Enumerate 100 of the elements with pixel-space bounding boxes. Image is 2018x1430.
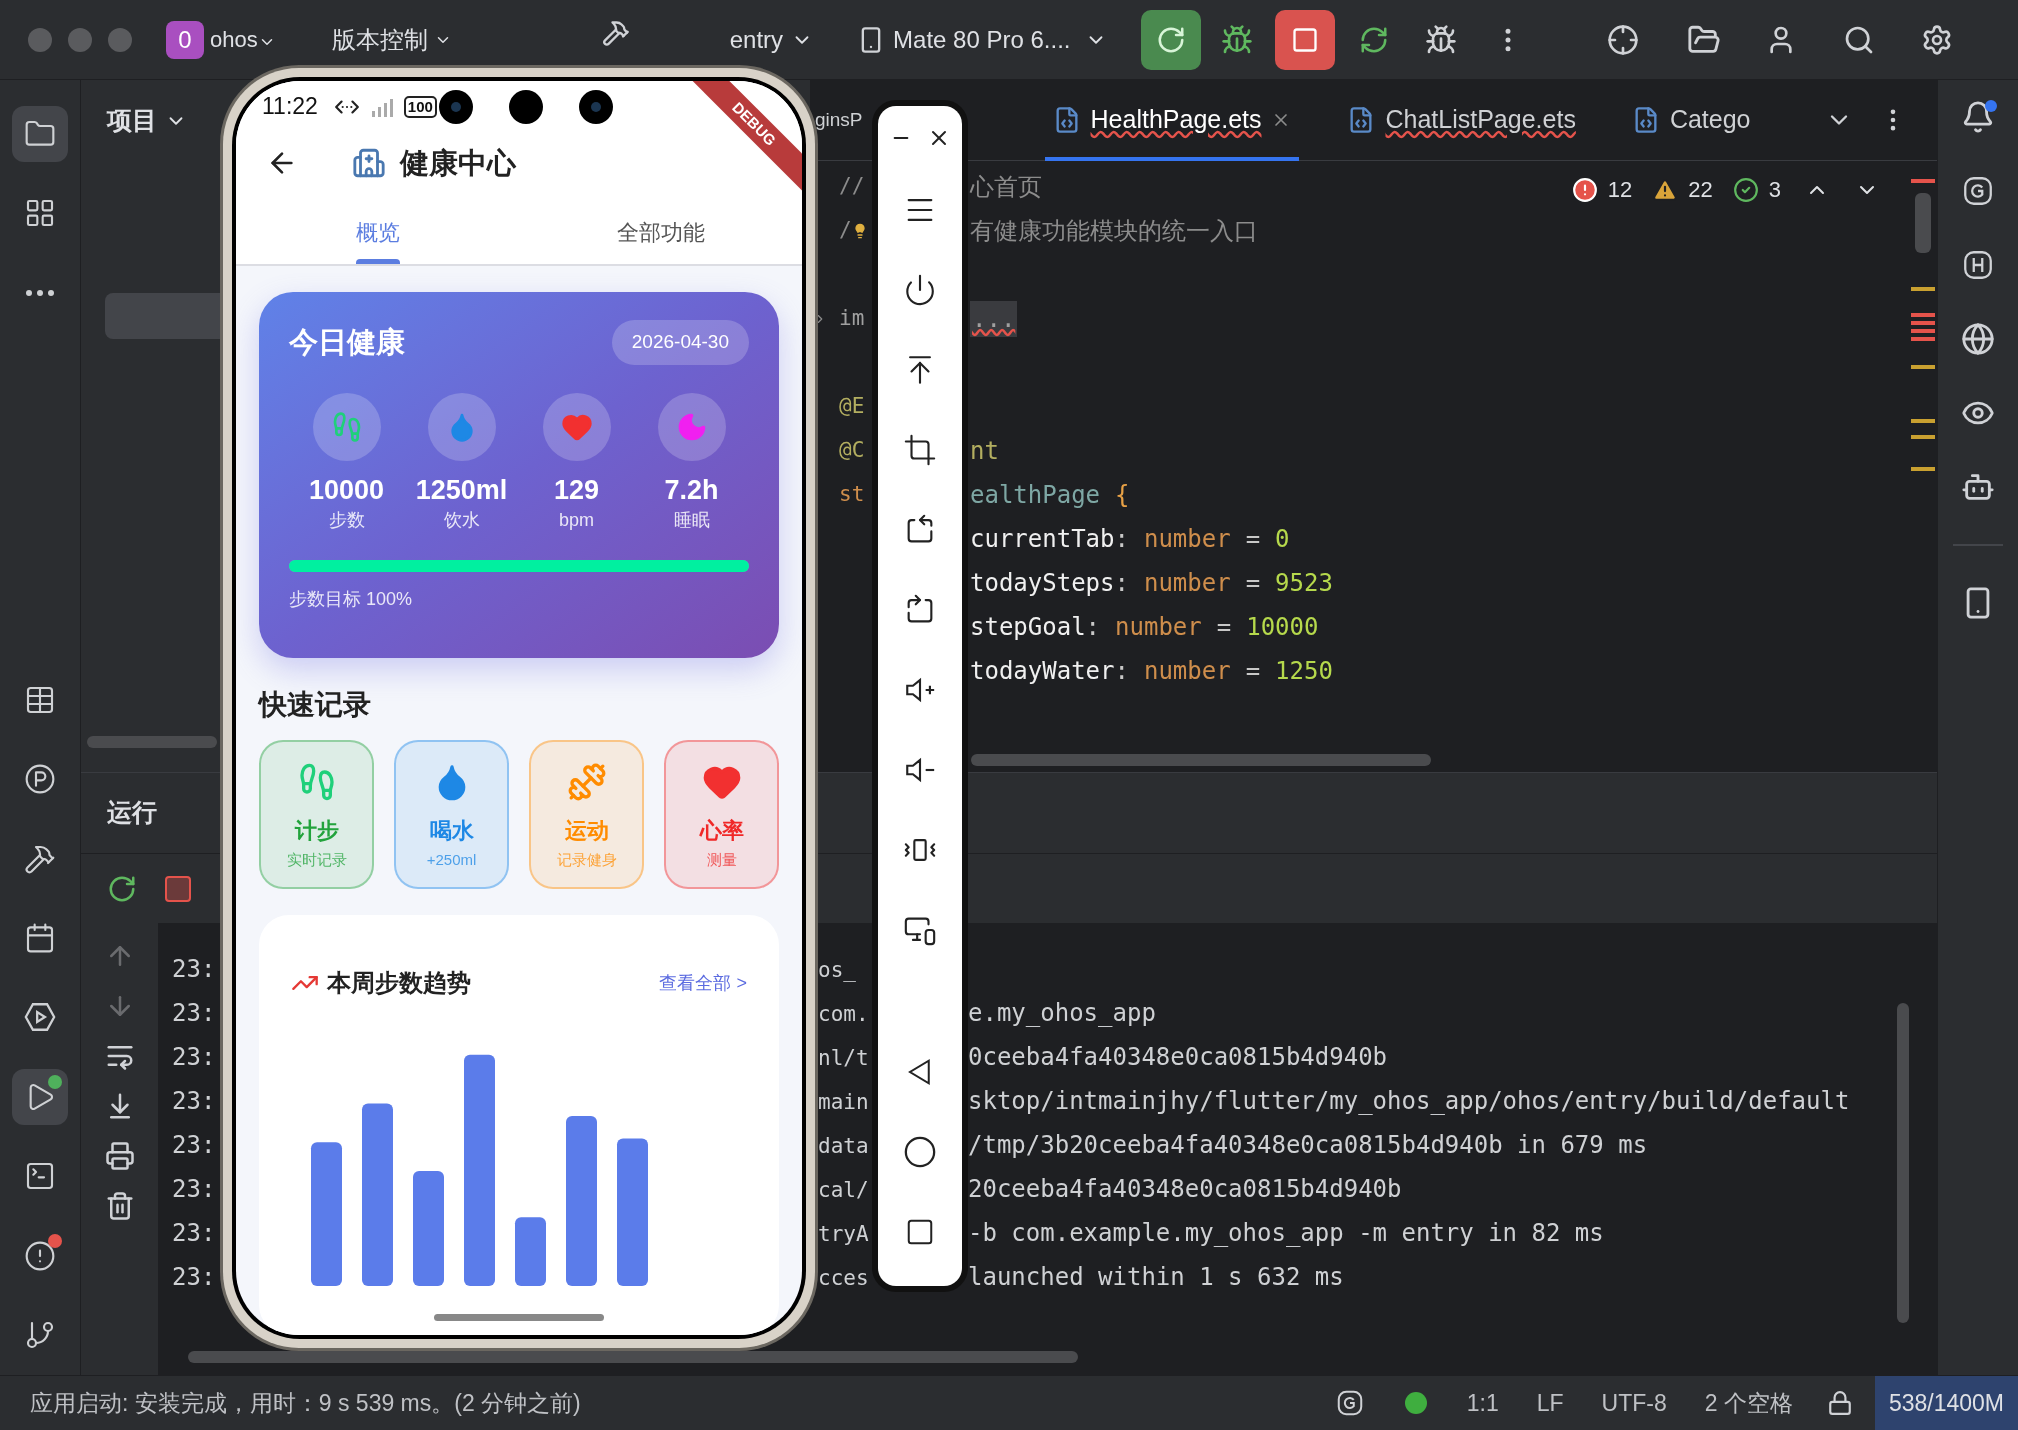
file-encoding[interactable]: UTF-8 — [1601, 1385, 1667, 1421]
log-fragment: cces — [818, 1266, 869, 1290]
bug-icon[interactable] — [1220, 23, 1253, 56]
home-circle-icon[interactable] — [903, 1135, 937, 1169]
bug-icon[interactable] — [1424, 23, 1457, 56]
camera-icon — [578, 89, 613, 124]
warning-count: 22 — [1688, 176, 1713, 204]
stat-value: 1250ml — [415, 473, 508, 507]
tab[interactable]: 概览 — [236, 200, 519, 264]
indent-setting[interactable]: 2 个空格 — [1704, 1385, 1793, 1421]
memory-indicator[interactable]: 538/1400M — [1874, 1376, 2018, 1430]
view-all-link[interactable]: 查看全部 > — [659, 969, 747, 997]
code-token: currentTab — [970, 524, 1115, 555]
code-fragment: im — [839, 305, 865, 333]
tile-title: 计步 — [294, 817, 339, 845]
signal-icon — [369, 96, 394, 117]
h-icon[interactable] — [1961, 248, 1995, 282]
code-token: = — [1245, 568, 1261, 599]
stat-label: 饮水 — [443, 508, 480, 532]
project-selector[interactable]: ohos — [210, 23, 258, 56]
code-fragment: // — [839, 173, 865, 201]
editor-tab[interactable]: Catego — [1623, 80, 1759, 160]
folded-code[interactable]: ... — [970, 301, 1018, 337]
code-token: 9523 — [1275, 568, 1333, 599]
project-panel-title[interactable]: 项目 — [107, 101, 157, 140]
log-fragment: data — [818, 1134, 869, 1158]
p-circle-icon — [24, 763, 56, 796]
log-line: 0ceeba4fa40348e0ca0815b4d940b — [968, 1042, 1388, 1073]
code-token: todayWater — [970, 656, 1115, 687]
tile-title: 喝水 — [429, 817, 474, 845]
camera-icon — [508, 89, 543, 124]
tile-subtitle: 记录健身 — [556, 850, 617, 870]
code-token: 0 — [1275, 524, 1290, 555]
tab-indicator — [355, 259, 400, 264]
globe-icon[interactable] — [1961, 322, 1995, 356]
bell-icon[interactable] — [1961, 100, 1995, 134]
code-token: { — [1115, 480, 1130, 511]
log-line: sktop/intmainjhy/flutter/my_ohos_app/ohos/entry/build/default — [968, 1086, 1850, 1117]
tile-title: 心率 — [699, 817, 744, 845]
log-line: 20ceeba4fa40348e0ca0815b4d940b — [968, 1174, 1402, 1205]
g-icon[interactable] — [1961, 174, 1995, 208]
stop-button[interactable] — [1274, 9, 1335, 70]
stat-value: 7.2h — [664, 473, 719, 507]
ok-count: 3 — [1768, 176, 1781, 204]
log-line: /tmp/3b20ceeba4fa40348e0ca0815b4d940b in 679 ms — [968, 1130, 1648, 1161]
line-separator[interactable]: LF — [1536, 1385, 1564, 1421]
tool-window-button[interactable] — [12, 1068, 68, 1125]
run-panel-title[interactable]: 运行 — [107, 794, 157, 832]
log-timestamp: 23: — [172, 1263, 216, 1291]
tile-subtitle: 实时记录 — [286, 850, 347, 870]
device-selector[interactable]: Mate 80 Pro 6.... — [893, 21, 1071, 58]
code-token: = — [1216, 612, 1232, 643]
editor-tab[interactable]: ChatListPage.ets — [1339, 80, 1584, 160]
crop-icon[interactable] — [903, 433, 937, 467]
error-icon — [1571, 176, 1598, 203]
code-token: = — [1245, 524, 1261, 555]
code-token: number — [1143, 656, 1231, 687]
log-fragment: tryA — [818, 1222, 869, 1246]
lock-icon[interactable] — [1826, 1390, 1853, 1416]
dumbbell-icon — [566, 762, 607, 802]
target-icon[interactable] — [1606, 23, 1639, 56]
status-message: 应用启动: 安装完成，用时：9 s 539 ms。(2 分钟之前) — [30, 1388, 581, 1418]
stat-label: 步数 — [328, 508, 365, 532]
tab[interactable]: 全部功能 — [519, 200, 802, 264]
log-line: launched within 1 s 632 ms — [968, 1262, 1344, 1293]
log-timestamp: 23: — [172, 955, 216, 983]
log-fragment: cal/ — [818, 1178, 869, 1202]
code-comment: 心首页 — [970, 172, 1042, 203]
tool-window-button[interactable] — [12, 105, 68, 162]
error-count: 12 — [1607, 176, 1633, 204]
date-chip: 2026-04-30 — [611, 320, 749, 365]
code-fragment: / — [839, 217, 852, 245]
log-fragment: os_ — [818, 958, 856, 982]
editor-tab[interactable]: HealthPage.ets — [1044, 80, 1300, 160]
status-time: 11:22 — [262, 92, 318, 122]
editor-tab[interactable]: ginsP — [811, 80, 863, 160]
log-timestamp: 23: — [172, 999, 216, 1027]
progress-label: 步数目标 100% — [289, 587, 414, 611]
more-icon — [26, 289, 54, 296]
code-token: : — [1085, 612, 1101, 643]
log-fragment: nl/t — [818, 1046, 869, 1070]
recent-apps-icon[interactable] — [905, 1217, 935, 1247]
code-token: = — [1245, 656, 1261, 687]
run-button[interactable] — [1140, 9, 1201, 70]
code-token: : — [1114, 568, 1129, 599]
code-token: number — [1143, 524, 1231, 555]
printer-icon[interactable] — [104, 1141, 135, 1171]
run-config-selector[interactable]: entry — [729, 21, 784, 58]
tile-subtitle: +250ml — [426, 850, 477, 870]
tile-title: 运动 — [564, 817, 609, 845]
power-icon[interactable] — [903, 273, 937, 307]
code-token: todaySteps — [970, 568, 1115, 599]
cursor-position[interactable]: 1:1 — [1466, 1385, 1499, 1421]
vcs-menu[interactable]: 版本控制 — [331, 21, 428, 58]
code-comment: 有健康功能模块的统一入口 — [970, 216, 1258, 247]
hammer-icon[interactable] — [601, 18, 630, 47]
tile-subtitle: 测量 — [706, 850, 737, 870]
check-icon — [1732, 176, 1759, 203]
stat-value: 10000 — [308, 473, 385, 507]
log-timestamp: 23: — [172, 1043, 216, 1071]
